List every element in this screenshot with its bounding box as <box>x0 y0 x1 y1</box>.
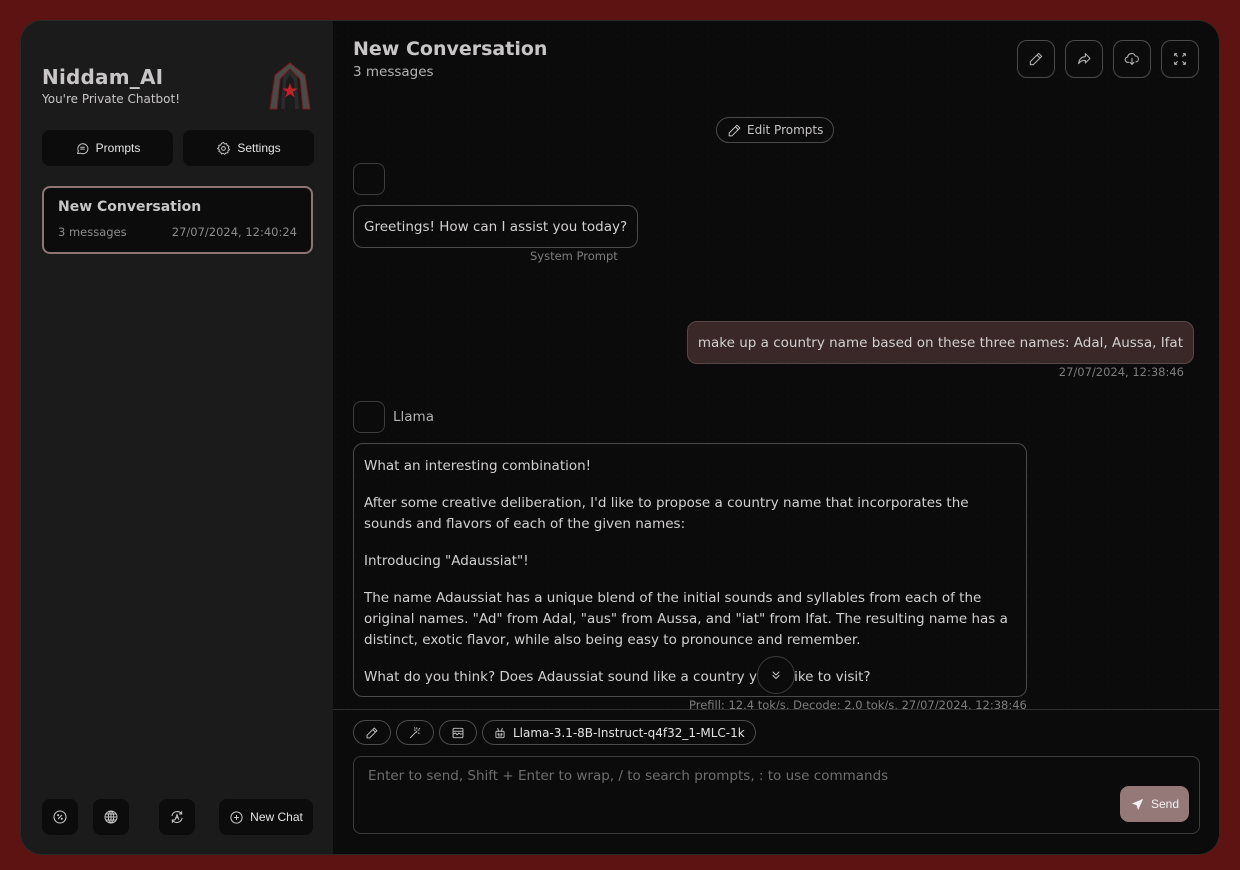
assistant-paragraph: What do you think? Does Adaussiat sound … <box>364 669 871 685</box>
assistant-paragraph: The name Adaussiat has a unique blend of… <box>364 590 1008 648</box>
chevrons-down-icon <box>772 671 780 679</box>
page-title: New Conversation <box>353 38 548 60</box>
assistant-paragraph: What an interesting combination! <box>364 458 592 474</box>
conversation-count: 3 messages <box>58 225 127 239</box>
gear-icon <box>217 141 231 155</box>
language-button[interactable] <box>93 799 129 835</box>
image-icon <box>452 727 464 738</box>
conversation-title: New Conversation <box>58 199 202 215</box>
composer-toolbar: Llama-3.1-8B-Instruct-q4f32_1-MLC-1k <box>353 720 756 745</box>
refresh-a-icon <box>171 811 183 823</box>
sidebar-footer: New Chat <box>42 799 313 835</box>
message-composer: Send <box>353 756 1200 834</box>
user-message: make up a country name based on these th… <box>686 321 1194 364</box>
user-message-timestamp: 27/07/2024, 12:38:46 <box>1058 365 1184 379</box>
app-window: Niddam_AI You're Private Chatbot! Prompt… <box>20 20 1220 855</box>
edit-prompts-button[interactable]: Edit Prompts <box>716 117 835 143</box>
send-label: Send <box>1150 797 1180 811</box>
message-input[interactable] <box>354 757 1199 833</box>
assistant-paragraph: After some creative deliberation, I'd li… <box>364 495 969 532</box>
system-message-label: System Prompt <box>530 249 618 263</box>
new-chat-label: New Chat <box>250 810 303 824</box>
share-icon <box>1078 53 1091 65</box>
theme-button[interactable] <box>159 799 195 835</box>
sidebar: Niddam_AI You're Private Chatbot! Prompt… <box>21 21 333 854</box>
prompts-label: Prompts <box>95 141 141 155</box>
user-message-text: make up a country name based on these th… <box>697 334 1183 351</box>
globe-icon <box>104 810 118 824</box>
magic-tool-button[interactable] <box>396 720 434 745</box>
fullscreen-button[interactable] <box>1161 40 1199 78</box>
conversation-item[interactable]: New Conversation 3 messages 27/07/2024, … <box>42 186 313 254</box>
assistant-avatar <box>353 401 385 433</box>
new-chat-button[interactable]: New Chat <box>219 799 313 835</box>
scroll-to-bottom-button[interactable] <box>757 656 795 694</box>
conversation-timestamp: 27/07/2024, 12:40:24 <box>171 225 297 239</box>
message-square-text-icon <box>76 142 89 154</box>
sidebar-actions: Prompts Settings <box>42 130 314 166</box>
prompts-button[interactable]: Prompts <box>42 130 173 166</box>
assistant-name: Llama <box>393 409 434 425</box>
assistant-message: What an interesting combination! After s… <box>353 443 1027 697</box>
percent-circle-icon <box>53 810 67 824</box>
pencil-icon <box>366 727 378 738</box>
assistant-paragraph: Introducing "Adaussiat"! <box>364 553 529 569</box>
pencil-icon <box>728 124 741 136</box>
message-count: 3 messages <box>353 64 434 80</box>
edit-prompts-label: Edit Prompts <box>747 123 824 137</box>
fullscreen-icon <box>1174 53 1186 65</box>
settings-label: Settings <box>237 141 281 155</box>
magic-wand-icon <box>409 726 421 738</box>
brand-subtitle: You're Private Chatbot! <box>42 92 181 106</box>
share-button[interactable] <box>1065 40 1103 78</box>
send-icon <box>1131 798 1144 810</box>
system-message-text: Greetings! How can I assist you today? <box>364 218 628 235</box>
edit-icon <box>1029 52 1043 66</box>
robot-icon <box>495 727 505 738</box>
composer-divider <box>333 709 1219 710</box>
system-message: Greetings! How can I assist you today? <box>353 205 639 248</box>
brand-title: Niddam_AI <box>42 65 164 89</box>
plus-circle-icon <box>230 810 243 824</box>
edit-title-button[interactable] <box>1017 40 1055 78</box>
percent-button[interactable] <box>42 799 78 835</box>
chat-panel: New Conversation 3 messages Edit Prompts… <box>333 21 1219 854</box>
image-tool-button[interactable] <box>439 720 477 745</box>
send-button[interactable]: Send <box>1120 786 1189 822</box>
header-actions <box>1017 40 1199 78</box>
model-selector[interactable]: Llama-3.1-8B-Instruct-q4f32_1-MLC-1k <box>482 720 756 745</box>
system-avatar <box>353 163 385 195</box>
model-name: Llama-3.1-8B-Instruct-q4f32_1-MLC-1k <box>513 725 745 740</box>
brand: Niddam_AI You're Private Chatbot! <box>42 65 180 106</box>
logo-icon <box>267 61 313 111</box>
edit-tool-button[interactable] <box>353 720 391 745</box>
cloud-download-icon <box>1124 52 1139 66</box>
export-button[interactable] <box>1113 40 1151 78</box>
settings-button[interactable]: Settings <box>183 130 314 166</box>
